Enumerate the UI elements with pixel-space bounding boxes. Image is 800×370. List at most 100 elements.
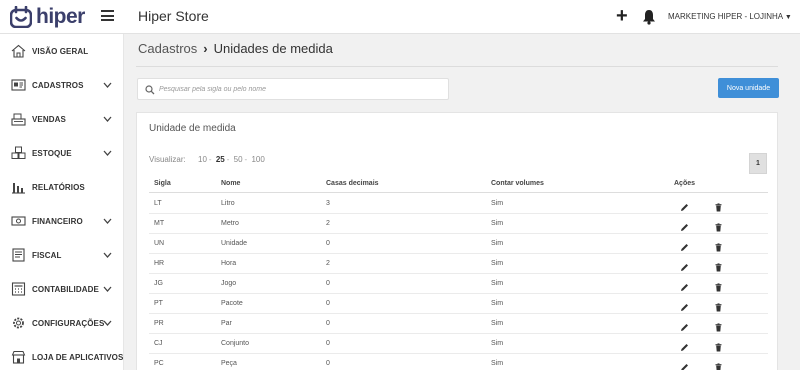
edit-icon[interactable] — [680, 339, 689, 351]
cell-casas-decimais: 3 — [326, 200, 330, 207]
sidebar-item-configuracoes[interactable]: CONFIGURAÇÕES — [0, 306, 124, 340]
cell-contar-volumes: Sim — [491, 220, 504, 227]
logo[interactable]: hiper — [10, 6, 85, 28]
card-title: Unidade de medida — [149, 123, 236, 134]
edit-icon[interactable] — [680, 219, 689, 231]
trash-icon[interactable] — [714, 199, 723, 212]
cell-contar-volumes: Sim — [491, 320, 504, 327]
page-size-option-50[interactable]: 50 — [234, 155, 243, 164]
edit-icon[interactable] — [680, 199, 689, 211]
chevron-down-icon — [103, 218, 112, 224]
logo-text: hiper — [36, 5, 85, 28]
hiper-logo-icon — [10, 6, 32, 28]
cell-contar-volumes: Sim — [491, 200, 504, 207]
plus-icon[interactable]: + — [616, 6, 628, 26]
cell-sigla: PR — [154, 320, 164, 327]
gear-icon — [13, 317, 24, 329]
table-row: PC Peça 0 Sim — [149, 354, 768, 370]
caret-down-icon: ▼ — [784, 14, 792, 21]
trash-icon[interactable] — [714, 239, 723, 252]
column-header-acoes: Ações — [674, 180, 696, 187]
cell-casas-decimais: 0 — [326, 280, 330, 287]
bar-chart-icon — [12, 183, 25, 194]
cell-sigla: PC — [154, 360, 164, 367]
cell-nome: Unidade — [221, 240, 248, 247]
cell-casas-decimais: 2 — [326, 260, 330, 267]
money-icon — [11, 216, 26, 226]
page-size-option-10[interactable]: 10 — [198, 155, 207, 164]
trash-icon[interactable] — [714, 219, 723, 232]
sidebar-item-label: LOJA DE APLICATIVOS — [32, 352, 124, 362]
table-row: LT Litro 3 Sim — [149, 194, 768, 214]
cell-contar-volumes: Sim — [491, 340, 504, 347]
cash-register-icon — [11, 113, 26, 126]
trash-icon[interactable] — [714, 319, 723, 332]
edit-icon[interactable] — [680, 279, 689, 291]
top-bar: hiper Hiper Store + MARKETING HIPER - LO… — [0, 0, 800, 34]
page-title: Unidades de medida — [213, 41, 333, 56]
sidebar-item-label: CONTABILIDADE — [32, 284, 99, 294]
sidebar: VISÃO GERAL CADASTROS VENDAS ESTOQUE REL… — [0, 34, 124, 370]
cell-nome: Hora — [221, 260, 237, 267]
sidebar-item-label: VISÃO GERAL — [32, 46, 89, 56]
search-input[interactable] — [159, 82, 444, 97]
user-menu[interactable]: MARKETING HIPER - LOJINHA ▼ — [668, 12, 792, 21]
document-icon — [12, 248, 25, 262]
cell-casas-decimais: 0 — [326, 300, 330, 307]
column-header-contar-volumes[interactable]: Contar volumes — [491, 180, 544, 187]
sidebar-item-label: ESTOQUE — [32, 148, 72, 158]
cell-sigla: UN — [154, 240, 165, 247]
trash-icon[interactable] — [714, 259, 723, 272]
id-card-icon — [11, 79, 26, 91]
breadcrumb-parent[interactable]: Cadastros — [138, 41, 197, 56]
edit-icon[interactable] — [680, 299, 689, 311]
cell-contar-volumes: Sim — [491, 240, 504, 247]
divider — [136, 66, 778, 67]
sidebar-item-relatorios[interactable]: RELATÓRIOS — [0, 170, 124, 204]
cell-sigla: JG — [154, 280, 163, 287]
edit-icon[interactable] — [680, 319, 689, 331]
sidebar-item-contabilidade[interactable]: CONTABILIDADE — [0, 272, 124, 306]
cell-contar-volumes: Sim — [491, 260, 504, 267]
sidebar-item-label: FISCAL — [32, 250, 62, 260]
table-row: UN Unidade 0 Sim — [149, 234, 768, 254]
cell-sigla: PT — [154, 300, 163, 307]
table-row: HR Hora 2 Sim — [149, 254, 768, 274]
cell-nome: Par — [221, 320, 232, 327]
sidebar-item-estoque[interactable]: ESTOQUE — [0, 136, 124, 170]
edit-icon[interactable] — [680, 259, 689, 271]
sidebar-item-financeiro[interactable]: FINANCEIRO — [0, 204, 124, 238]
sidebar-item-loja-de-aplicativos[interactable]: LOJA DE APLICATIVOS — [0, 340, 124, 370]
column-header-nome[interactable]: Nome — [221, 180, 240, 187]
column-header-casas-decimais[interactable]: Casas decimais — [326, 180, 379, 187]
page-size-option-100[interactable]: 100 — [251, 155, 264, 164]
chevron-down-icon — [103, 150, 112, 156]
sidebar-item-vendas[interactable]: VENDAS — [0, 102, 124, 136]
search-icon — [145, 85, 155, 95]
cell-sigla: LT — [154, 200, 162, 207]
edit-icon[interactable] — [680, 359, 689, 370]
sidebar-item-label: CONFIGURAÇÕES — [32, 318, 105, 328]
sidebar-item-fiscal[interactable]: FISCAL — [0, 238, 124, 272]
page-size-option-25[interactable]: 25 — [216, 155, 225, 164]
trash-icon[interactable] — [714, 279, 723, 292]
menu-toggle-icon[interactable] — [101, 10, 114, 21]
trash-icon[interactable] — [714, 339, 723, 352]
table-row: JG Jogo 0 Sim — [149, 274, 768, 294]
sidebar-item-visao-geral[interactable]: VISÃO GERAL — [0, 34, 124, 68]
cell-casas-decimais: 0 — [326, 340, 330, 347]
cell-sigla: CJ — [154, 340, 163, 347]
column-header-sigla[interactable]: Sigla — [154, 180, 171, 187]
calculator-icon — [11, 282, 26, 296]
edit-icon[interactable] — [680, 239, 689, 251]
store-icon — [11, 351, 26, 364]
table-row: MT Metro 2 Sim — [149, 214, 768, 234]
new-unit-button[interactable]: Nova unidade — [718, 78, 779, 98]
trash-icon[interactable] — [714, 359, 723, 370]
boxes-icon — [11, 146, 26, 159]
bell-icon[interactable] — [642, 9, 656, 25]
pagination-page-1[interactable]: 1 — [749, 153, 767, 174]
trash-icon[interactable] — [714, 299, 723, 312]
sidebar-item-label: CADASTROS — [32, 80, 84, 90]
sidebar-item-cadastros[interactable]: CADASTROS — [0, 68, 124, 102]
